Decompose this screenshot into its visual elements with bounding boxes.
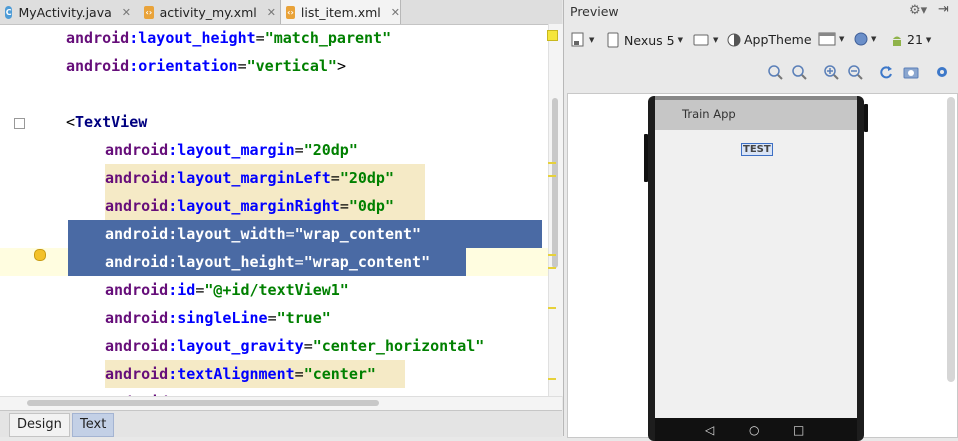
tab-activity-my-xml[interactable]: ‹› activity_my.xml ✕ (139, 0, 276, 24)
zoom-to-fit-icon[interactable] (767, 64, 783, 80)
zoom-toolbar (564, 60, 958, 86)
warning-stripe[interactable] (548, 307, 556, 309)
theme-dropdown[interactable]: AppTheme (727, 32, 812, 47)
tab-text[interactable]: Text (72, 413, 115, 437)
device-dropdown[interactable]: Nexus 5 ▼ (606, 32, 683, 48)
editor-mode-tabs: Design Text (0, 410, 562, 437)
code-line[interactable]: android:text="TEST" (0, 388, 562, 396)
orientation-dropdown[interactable]: ▼ (692, 32, 718, 48)
vertical-scrollbar-thumb[interactable] (552, 98, 558, 268)
warning-stripe[interactable] (548, 378, 556, 380)
code-line[interactable]: android:id="@+id/textView1" (0, 276, 562, 304)
api-level-dropdown[interactable]: 21 ▼ (890, 32, 931, 47)
code-line[interactable] (0, 80, 562, 108)
code-line[interactable]: android:layout_gravity="center_horizonta… (0, 332, 562, 360)
textview-preview[interactable]: TEST (741, 143, 773, 156)
code-line[interactable]: android:layout_marginLeft="20dp" (0, 164, 562, 192)
tab-list-item-xml[interactable]: ‹› list_item.xml ✕ (280, 0, 401, 24)
close-icon[interactable]: ✕ (267, 6, 276, 19)
horizontal-scrollbar-thumb[interactable] (27, 400, 379, 406)
preview-vertical-scrollbar[interactable] (947, 97, 955, 382)
warning-stripe[interactable] (548, 162, 556, 164)
refresh-icon[interactable] (878, 64, 894, 80)
theme-label: AppTheme (744, 32, 812, 47)
device-volume-button (644, 134, 648, 182)
lightbulb-icon[interactable] (34, 249, 46, 261)
xml-layout-icon: ‹› (286, 5, 295, 19)
preview-canvas[interactable]: Train App TEST ◁ ○ □ (567, 93, 958, 441)
close-icon[interactable]: ✕ (391, 6, 400, 19)
app-title: Train App (682, 107, 736, 121)
hide-panel-icon[interactable]: ⇥ (938, 2, 949, 17)
android-icon (893, 36, 901, 46)
inspection-status-icon[interactable] (547, 30, 558, 41)
device-power-button (864, 104, 868, 132)
device-screen[interactable]: Train App TEST (655, 96, 857, 441)
api-level-label: 21 (907, 32, 923, 47)
navigation-bar: ◁ ○ □ (655, 418, 857, 441)
layout-file-dropdown[interactable]: ▼ (570, 32, 594, 48)
code-line[interactable]: android:layout_margin="20dp" (0, 136, 562, 164)
code-line[interactable]: android:layout_marginRight="0dp" (0, 192, 562, 220)
preview-title: Preview (570, 4, 619, 19)
preview-toolbar: ▼ Nexus 5 ▼ ▼ AppTheme ▼ ▼ 21 ▼ (564, 26, 958, 54)
warning-stripe[interactable] (548, 254, 556, 256)
device-icon (607, 32, 619, 48)
zoom-out-icon[interactable] (847, 64, 863, 80)
close-icon[interactable]: ✕ (122, 6, 131, 19)
preview-panel: Preview ⚙▾ ⇥ ▼ Nexus 5 ▼ ▼ AppTheme ▼ ▼ (563, 0, 958, 441)
screenshot-icon[interactable] (903, 64, 919, 80)
theme-icon (727, 33, 741, 46)
back-icon[interactable]: ◁ (705, 423, 714, 437)
gear-icon[interactable] (934, 64, 950, 80)
gear-icon[interactable]: ⚙▾ (909, 3, 927, 18)
activity-icon (818, 32, 836, 46)
tab-label: MyActivity.java (18, 4, 112, 20)
activity-dropdown[interactable]: ▼ (818, 32, 844, 46)
code-area[interactable]: android:layout_height="match_parent" andr… (0, 24, 562, 396)
device-label: Nexus 5 (624, 32, 675, 48)
warning-stripe[interactable] (548, 267, 556, 269)
xml-layout-icon: ‹› (144, 5, 154, 19)
tab-label: list_item.xml (300, 4, 381, 20)
code-line[interactable]: android:textAlignment="center" (0, 360, 562, 388)
zoom-in-icon[interactable] (823, 64, 839, 80)
tab-label: activity_my.xml (159, 4, 257, 20)
layout-file-icon (571, 32, 584, 47)
device-frame: Train App TEST ◁ ○ □ (644, 96, 868, 441)
editor-tab-bar: C MyActivity.java ✕ ‹› activity_my.xml ✕… (0, 0, 562, 25)
home-icon[interactable]: ○ (749, 423, 759, 437)
rotate-device-icon (693, 34, 709, 46)
code-line[interactable]: android:layout_height="match_parent" (0, 24, 562, 52)
tab-design[interactable]: Design (9, 413, 70, 437)
warning-stripe[interactable] (548, 175, 556, 177)
actual-size-icon[interactable] (791, 64, 807, 80)
fold-marker-icon[interactable] (14, 118, 25, 129)
action-bar: Train App (655, 100, 857, 130)
java-class-icon: C (5, 5, 13, 19)
code-line[interactable]: android:orientation="vertical"> (0, 52, 562, 80)
code-line[interactable]: android:singleLine="true" (0, 304, 562, 332)
locale-dropdown[interactable]: ▼ (854, 32, 876, 46)
tab-myactivity-java[interactable]: C MyActivity.java ✕ (0, 0, 131, 24)
code-editor[interactable]: C MyActivity.java ✕ ‹› activity_my.xml ✕… (0, 0, 563, 437)
code-line[interactable]: <TextView (0, 108, 562, 136)
code-line[interactable]: android:layout_width="wrap_content" (0, 220, 562, 248)
code-line[interactable]: android:layout_height="wrap_content" (0, 248, 562, 276)
globe-icon (854, 32, 868, 46)
recents-icon[interactable]: □ (793, 423, 804, 437)
